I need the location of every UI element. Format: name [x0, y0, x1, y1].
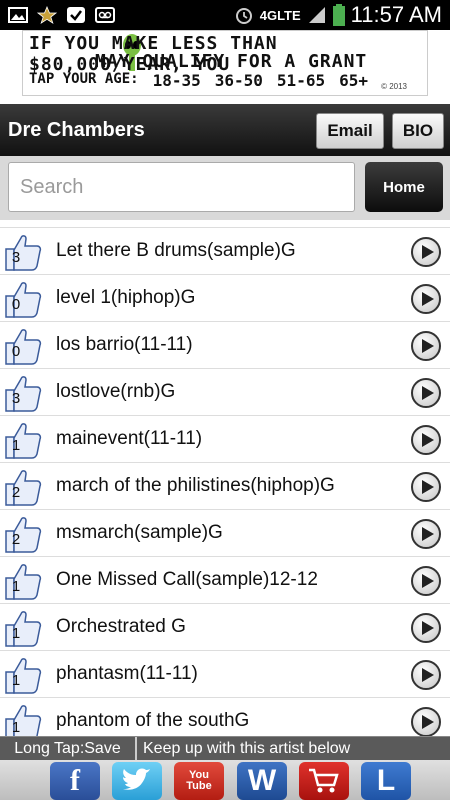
like-count: 0	[11, 343, 21, 360]
track-title: One Missed Call(sample)12-12	[56, 569, 318, 590]
star-badge-icon	[37, 6, 57, 24]
like-thumb-icon[interactable]: 1	[2, 702, 44, 736]
play-button-icon[interactable]	[410, 518, 442, 550]
bio-button[interactable]: BIO	[392, 113, 444, 149]
youtube-label-bottom: Tube	[186, 780, 212, 792]
status-bar: 4GLTE 11:57 AM	[0, 0, 450, 30]
play-button-icon[interactable]	[410, 706, 442, 736]
track-row[interactable]: 1 phantasm(11-11)	[0, 651, 450, 698]
play-button-icon[interactable]	[410, 659, 442, 691]
like-thumb-icon[interactable]: 0	[2, 326, 44, 366]
ad-banner[interactable]: IF YOU MAKE LESS THAN $80,000/YEAR, YOU …	[22, 30, 428, 96]
track-title: phantasm(11-11)	[56, 663, 198, 684]
like-thumb-icon[interactable]: 1	[2, 561, 44, 601]
follow-text: Keep up with this artist below	[143, 739, 351, 757]
ad-age-option[interactable]: 36-50	[215, 71, 263, 90]
like-count: 2	[11, 484, 21, 501]
ad-age-options: TAP YOUR AGE: 18-35 36-50 51-65 65+	[29, 71, 368, 90]
voicemail-icon	[95, 7, 115, 23]
like-count: 3	[11, 249, 21, 266]
track-row[interactable]: 1 mainevent(11-11)	[0, 416, 450, 463]
list-item-partial	[0, 220, 450, 228]
like-count: 1	[11, 672, 21, 689]
shopping-cart-icon[interactable]	[299, 762, 349, 800]
play-button-icon[interactable]	[410, 236, 442, 268]
gallery-icon	[8, 7, 28, 23]
ad-age-option[interactable]: 51-65	[277, 71, 325, 90]
w-icon[interactable]: W	[237, 762, 287, 800]
social-bar: f You Tube W L	[0, 760, 450, 800]
play-button-icon[interactable]	[410, 377, 442, 409]
play-button-icon[interactable]	[410, 283, 442, 315]
track-row[interactable]: 1 One Missed Call(sample)12-12	[0, 557, 450, 604]
clock: 11:57 AM	[350, 2, 442, 27]
like-count: 1	[11, 719, 21, 736]
play-button-icon[interactable]	[410, 330, 442, 362]
track-title: march of the philistines(hiphop)G	[56, 475, 335, 496]
check-icon	[67, 7, 85, 23]
track-title: mainevent(11-11)	[56, 428, 203, 449]
info-bar: Long Tap:Save Keep up with this artist b…	[0, 736, 450, 761]
track-title: Let there B drums(sample)G	[56, 240, 296, 261]
track-title: los barrio(11-11)	[56, 334, 193, 355]
home-button[interactable]: Home	[365, 162, 443, 212]
track-row[interactable]: 0 los barrio(11-11)	[0, 322, 450, 369]
like-thumb-icon[interactable]: 2	[2, 467, 44, 507]
twitter-icon[interactable]	[112, 762, 162, 800]
track-row[interactable]: 2 march of the philistines(hiphop)G	[0, 463, 450, 510]
play-button-icon[interactable]	[410, 471, 442, 503]
track-row[interactable]: 0 level 1(hiphop)G	[0, 275, 450, 322]
search-bar: Home	[0, 156, 450, 220]
track-list[interactable]: 3 Let there B drums(sample)G 0 level 1(hiph…	[0, 220, 450, 736]
artist-header: Dre Chambers Email BIO	[0, 104, 450, 156]
l-icon[interactable]: L	[361, 762, 411, 800]
artist-name: Dre Chambers	[8, 118, 145, 141]
track-row[interactable]: 3 Let there B drums(sample)G	[0, 228, 450, 275]
like-thumb-icon[interactable]: 1	[2, 608, 44, 648]
play-button-icon[interactable]	[410, 424, 442, 456]
play-button-icon[interactable]	[410, 565, 442, 597]
ad-age-option[interactable]: 18-35	[153, 71, 201, 90]
track-title: lostlove(rnb)G	[56, 381, 176, 402]
like-thumb-icon[interactable]: 3	[2, 373, 44, 413]
like-thumb-icon[interactable]: 1	[2, 655, 44, 695]
ad-tap-label: TAP YOUR AGE:	[29, 71, 139, 87]
like-count: 1	[11, 437, 21, 454]
track-row[interactable]: 3 lostlove(rnb)G	[0, 369, 450, 416]
youtube-icon[interactable]: You Tube	[174, 762, 224, 800]
like-count: 1	[11, 578, 21, 595]
facebook-icon[interactable]: f	[50, 762, 100, 800]
track-row[interactable]: 2 msmarch(sample)G	[0, 510, 450, 557]
track-title: Orchestrated G	[56, 616, 186, 637]
like-thumb-icon[interactable]: 1	[2, 420, 44, 460]
track-row[interactable]: 1 phantom of the southG	[0, 698, 450, 736]
like-count: 2	[11, 531, 21, 548]
alarm-icon	[235, 8, 252, 24]
long-tap-hint: Long Tap:Save	[0, 736, 137, 761]
network-label: 4GLTE	[259, 7, 301, 23]
like-count: 3	[11, 390, 21, 407]
like-thumb-icon[interactable]: 0	[2, 279, 44, 319]
like-count: 1	[11, 625, 21, 642]
like-count: 0	[11, 296, 21, 313]
email-button[interactable]: Email	[316, 113, 384, 149]
track-title: phantom of the southG	[56, 710, 250, 731]
track-row[interactable]: 1 Orchestrated G	[0, 604, 450, 651]
battery-icon	[332, 4, 345, 26]
ad-subline: MAY QUALIFY FOR A GRANT	[95, 51, 368, 72]
ad-age-option[interactable]: 65+	[339, 71, 368, 90]
like-thumb-icon[interactable]: 3	[2, 232, 44, 272]
track-title: level 1(hiphop)G	[56, 287, 196, 308]
signal-icon	[308, 7, 325, 23]
track-title: msmarch(sample)G	[56, 522, 223, 543]
search-input[interactable]	[8, 162, 355, 212]
ad-copyright: © 2013	[381, 82, 407, 91]
like-thumb-icon[interactable]: 2	[2, 514, 44, 554]
play-button-icon[interactable]	[410, 612, 442, 644]
